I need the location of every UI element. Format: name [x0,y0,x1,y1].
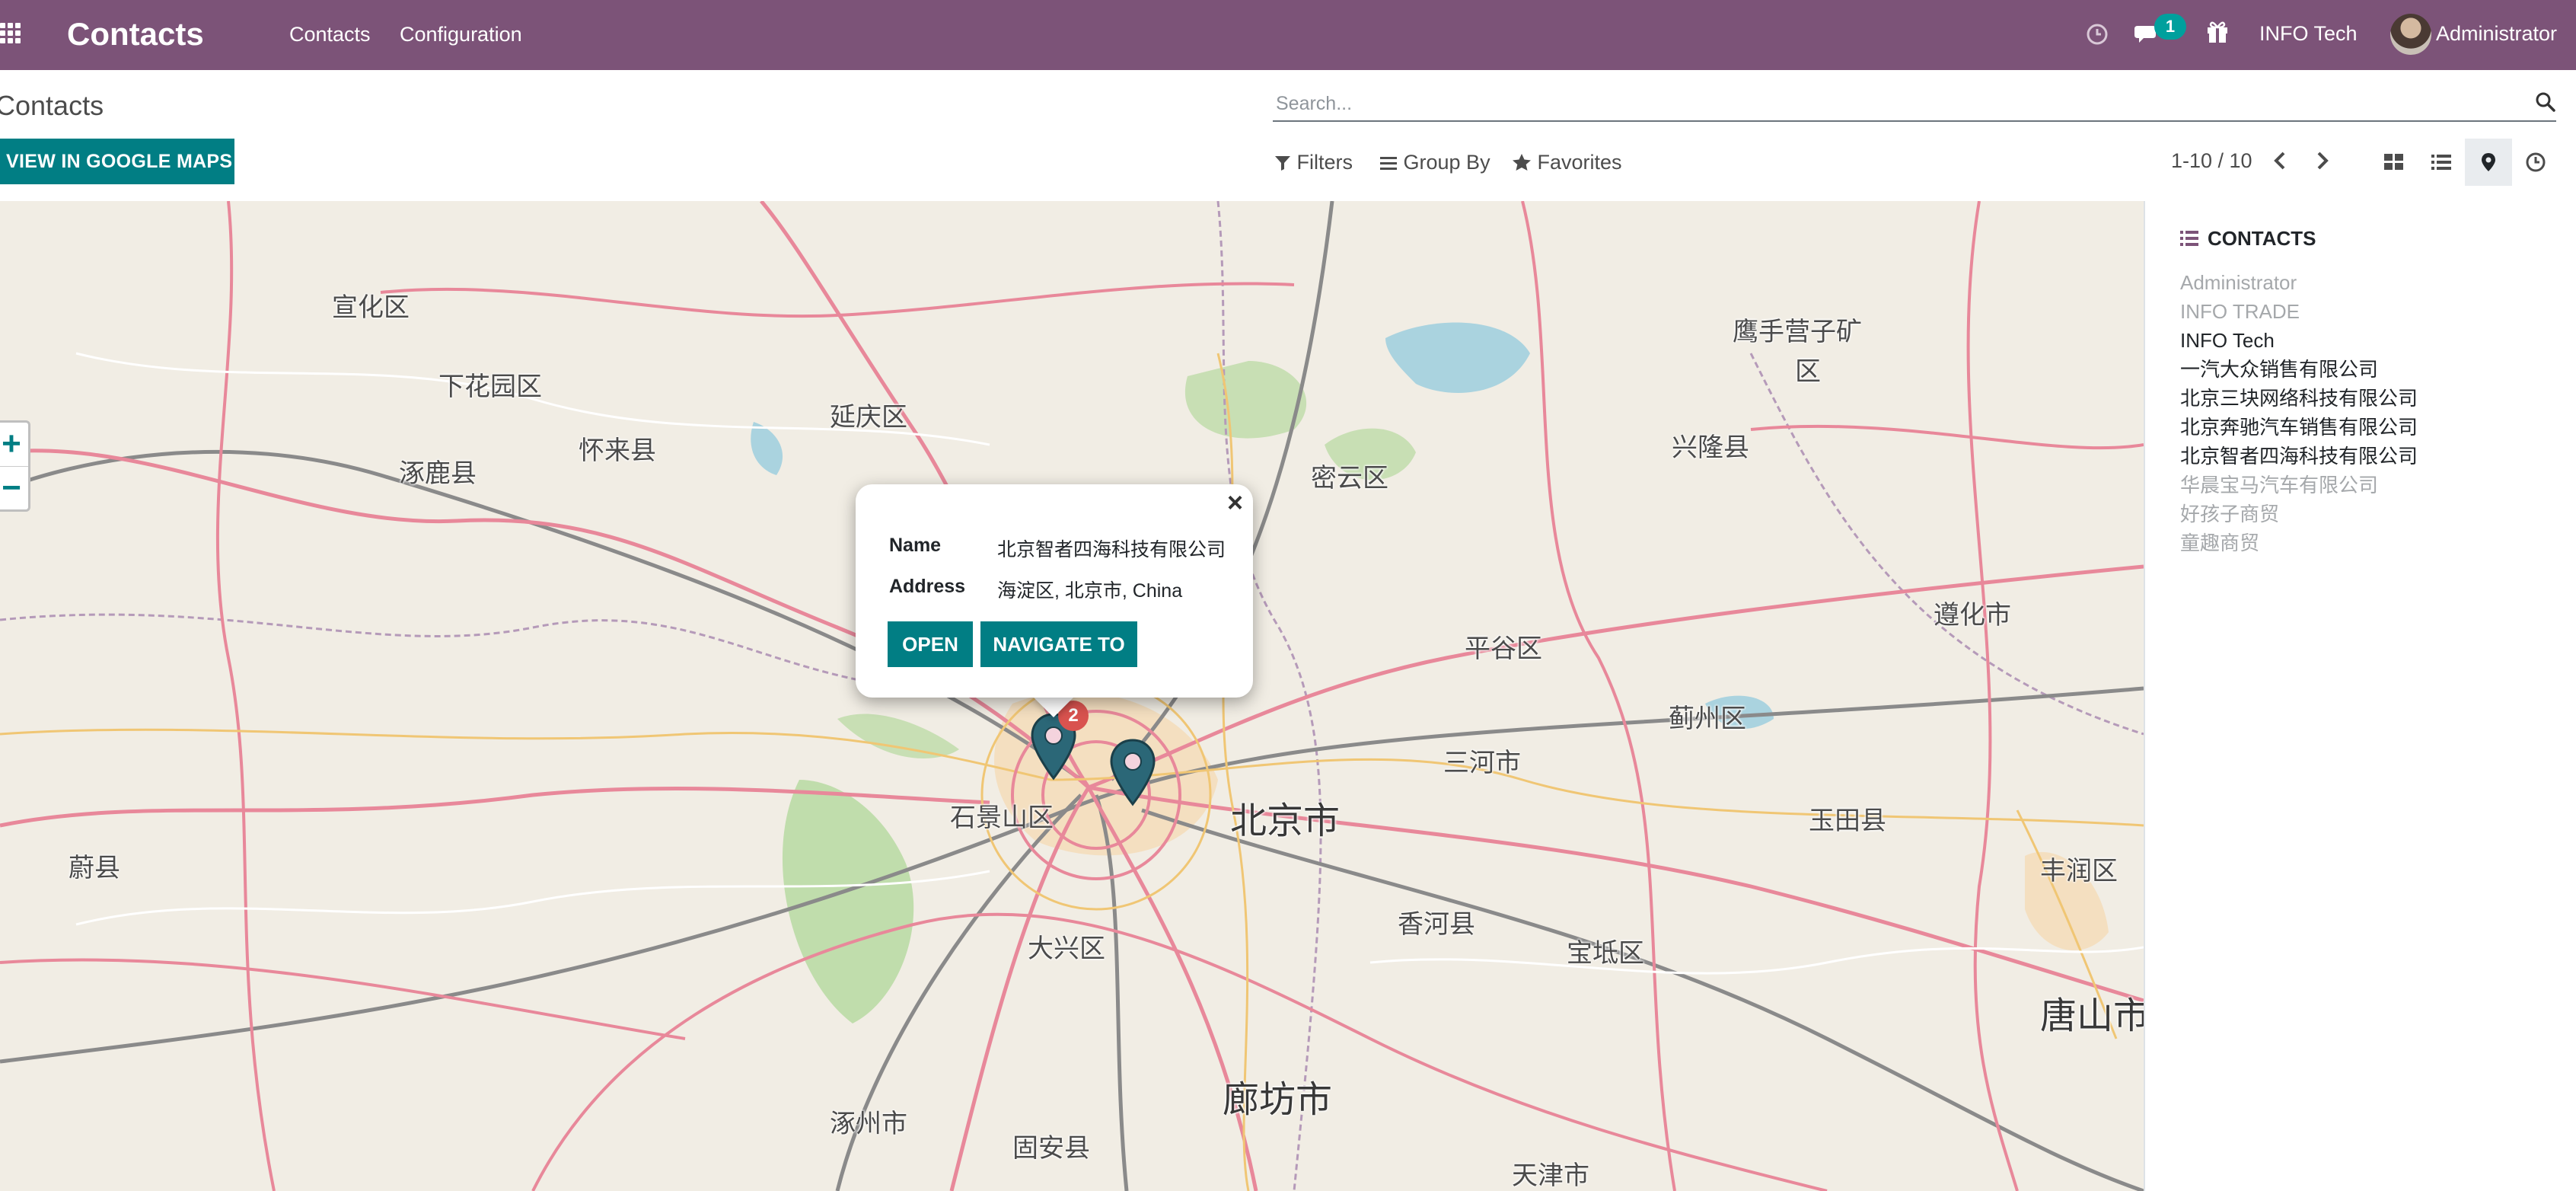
map-label: 廊坊市 [1223,1078,1333,1121]
kanban-view-button[interactable] [2370,139,2418,186]
map-label: 蓟州区 [1669,704,1746,734]
popup-name-label: Name [889,535,942,556]
contacts-sidebar: CONTACTS Administrator INFO TRADE INFO Tec… [2144,201,2576,1191]
pager-previous-icon[interactable] [2268,148,2291,174]
map-label: 延庆区 [830,402,907,433]
map-label: 唐山市 [2040,995,2144,1037]
kanban-view-icon [2384,154,2403,170]
sidebar-contact-item[interactable]: INFO Tech [2180,327,2275,353]
map-marker-icon [2482,153,2495,171]
activity-view-button[interactable] [2512,139,2559,186]
map-label: 密云区 [1311,463,1388,493]
contact-popup: × Name 北京智者四海科技有限公司 Address 海淀区, 北京市, Ch… [856,484,1253,698]
search-icon[interactable] [2535,91,2556,113]
popup-navigate-button[interactable]: NAVIGATE TO [980,621,1137,667]
pager-next-icon[interactable] [2311,148,2334,174]
list-icon [2180,231,2198,246]
view-in-google-maps-button[interactable]: VIEW IN GOOGLE MAPS [0,139,234,184]
popup-open-button[interactable]: OPEN [888,621,973,667]
sidebar-contact-item[interactable]: 北京奔驰汽车销售有限公司 [2180,414,2418,440]
zoom-out-button[interactable]: − [0,467,28,509]
map-label: 区 [1795,356,1821,387]
company-switcher[interactable]: INFO Tech [2259,18,2358,49]
app-title[interactable]: Contacts [67,15,204,53]
popup-name-value: 北京智者四海科技有限公司 [997,539,1226,560]
groupby-button[interactable]: Group By [1379,149,1490,175]
sidebar-contact-item[interactable]: 童趣商贸 [2180,530,2259,556]
map-label: 涿州市 [830,1109,907,1139]
favorites-label: Favorites [1537,151,1622,174]
sidebar-contact-item[interactable]: 华晨宝马汽车有限公司 [2180,472,2378,498]
map-canvas[interactable]: 宣化区 下花园区 延庆区 涿鹿县 怀来县 密云区 鹰手营子矿 区 兴隆县 平谷区… [0,201,2144,1191]
sidebar-contact-item[interactable]: Administrator [2180,270,2297,295]
map-label: 宝坻区 [1567,938,1644,969]
groupby-label: Group By [1403,151,1490,174]
map-label: 兴隆县 [1672,433,1749,463]
sidebar-title: CONTACTS [2208,227,2316,250]
map-label: 鹰手营子矿 [1733,317,1862,347]
filter-icon [1275,156,1290,171]
filters-button[interactable]: Filters [1274,149,1353,175]
map-label: 固安县 [1012,1133,1090,1164]
map-label: 天津市 [1512,1161,1589,1191]
map-label: 宣化区 [332,292,410,323]
popup-address-value: 海淀区, 北京市, China [997,580,1183,602]
popup-tip [1031,694,1076,717]
user-avatar[interactable] [2390,14,2431,55]
map-marker-icon[interactable] [1108,739,1157,807]
menu-contacts[interactable]: Contacts [289,21,371,47]
list-view-icon [2431,155,2451,170]
user-menu[interactable]: Administrator [2436,18,2557,49]
apps-menu-icon[interactable] [0,23,21,47]
zoom-in-button[interactable]: + [0,423,28,465]
map-label: 大兴区 [1028,934,1105,964]
map-label: 蔚县 [69,853,120,883]
list-view-button[interactable] [2418,139,2465,186]
map-label: 怀来县 [579,436,656,466]
search-input[interactable] [1274,90,2495,117]
map-label: 香河县 [1398,909,1475,940]
map-label: 三河市 [1443,748,1521,778]
pager-value[interactable]: 1-10 / 10 [2171,148,2252,174]
map-label: 北京市 [1230,800,1341,842]
map-label: 涿鹿县 [399,458,477,489]
filters-label: Filters [1296,151,1353,174]
map-label: 石景山区 [950,803,1054,833]
gift-icon[interactable] [2206,20,2229,44]
breadcrumb: Contacts [0,90,104,121]
map-label: 玉田县 [1809,806,1886,836]
star-icon [1513,154,1531,171]
group-by-icon [1380,157,1397,170]
sidebar-contact-item[interactable]: 一汽大众销售有限公司 [2180,356,2378,382]
sidebar-contact-item[interactable]: 好孩子商贸 [2180,501,2279,527]
menu-configuration[interactable]: Configuration [400,21,522,47]
popup-close-icon[interactable]: × [1227,487,1243,518]
messages-count-badge: 1 [2154,14,2186,40]
activity-clock-icon[interactable] [2086,23,2109,46]
sidebar-contact-item[interactable]: INFO TRADE [2180,299,2300,324]
map-label: 平谷区 [1465,634,1542,664]
search-box [1273,85,2556,122]
sidebar-contact-item[interactable]: 北京智者四海科技有限公司 [2180,443,2418,469]
sidebar-contact-item[interactable]: 北京三块网络科技有限公司 [2180,385,2418,411]
map-view-button[interactable] [2465,139,2512,186]
popup-address-label: Address [889,576,966,597]
map-label: 下花园区 [438,372,542,402]
map-label: 遵化市 [1934,600,2011,631]
top-navbar: Contacts Contacts Configuration 1 INFO T… [0,0,2576,70]
activity-clock-icon [2526,152,2546,172]
map-label: 丰润区 [2040,856,2118,886]
map-zoom-control: + − [0,420,30,512]
favorites-button[interactable]: Favorites [1512,149,1622,175]
